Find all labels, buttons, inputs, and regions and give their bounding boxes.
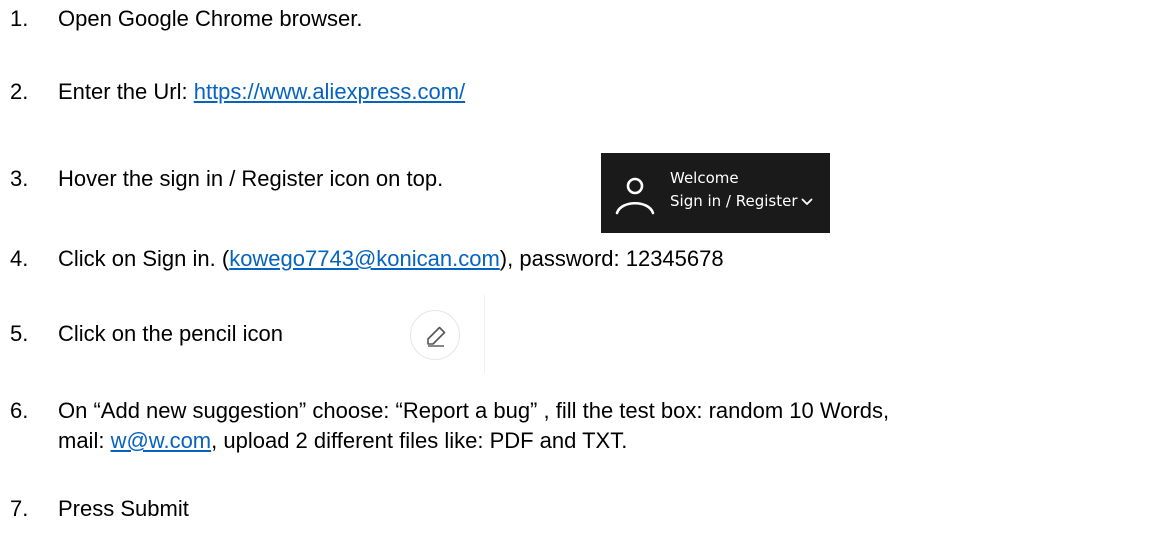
welcome-title: Welcome	[670, 169, 739, 187]
step-text-prefix: mail:	[58, 428, 111, 453]
step-text-suffix: ), password: 12345678	[499, 246, 724, 271]
sign-in-register-label: Sign in / Register	[670, 192, 798, 210]
step-text: Enter the Url: https://www.aliexpress.co…	[58, 78, 465, 106]
sign-in-register-link[interactable]: Sign in / Register	[670, 191, 813, 211]
aliexpress-url-link[interactable]: https://www.aliexpress.com/	[194, 79, 465, 104]
step-text-line-1: On “Add new suggestion” choose: “Report …	[58, 398, 890, 423]
step-number: 2.	[10, 79, 29, 104]
chevron-down-icon	[801, 198, 812, 205]
welcome-sign-in-widget[interactable]: Welcome Sign in / Register	[601, 153, 830, 233]
step-text-suffix: , upload 2 different files like: PDF and…	[211, 428, 628, 453]
step-text: Open Google Chrome browser.	[58, 6, 363, 31]
step-text-prefix: Click on Sign in. (	[58, 246, 230, 271]
pencil-button[interactable]	[410, 310, 460, 360]
step-number: 1.	[10, 6, 29, 31]
pencil-icon	[427, 326, 446, 347]
step-text: Click on the pencil icon	[58, 321, 284, 346]
step-number: 6.	[10, 398, 29, 423]
user-icon	[615, 177, 655, 215]
step-number: 7.	[10, 496, 29, 521]
step-text: Click on Sign in. (kowego7743@konican.co…	[58, 245, 724, 273]
step-number: 3.	[10, 166, 29, 191]
step-text: Press Submit	[58, 496, 189, 521]
mail-link[interactable]: w@w.com	[111, 428, 212, 453]
step-text-line-2: mail: w@w.com, upload 2 different files …	[58, 427, 627, 455]
step-number: 4.	[10, 246, 29, 271]
email-link[interactable]: kowego7743@konican.com	[229, 246, 500, 271]
divider	[484, 295, 485, 373]
step-text: Hover the sign in / Register icon on top…	[58, 166, 444, 191]
step-number: 5.	[10, 321, 29, 346]
step-text-prefix: Enter the Url:	[58, 79, 194, 104]
